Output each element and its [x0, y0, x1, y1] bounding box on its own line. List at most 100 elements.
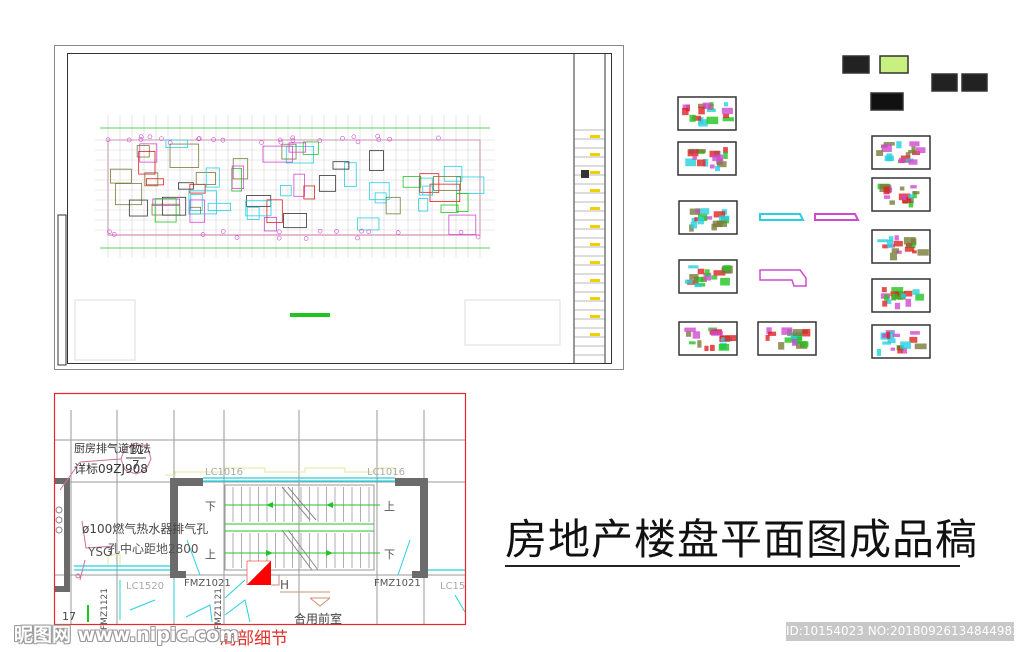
sheet-thumbnails	[677, 55, 988, 359]
thumb-room	[908, 159, 918, 165]
title-block-mark	[590, 297, 600, 300]
thumb-room	[883, 195, 891, 199]
thumb-room	[877, 239, 889, 243]
thumb-room	[876, 150, 884, 156]
thumb-room	[724, 335, 737, 342]
sheet-thumbnail	[961, 73, 988, 92]
thumb-room	[718, 215, 730, 221]
thumb-room	[796, 336, 802, 344]
thumb-room	[710, 344, 715, 351]
thumb-room	[697, 340, 702, 348]
company-logo	[581, 170, 589, 178]
thumb-room	[889, 252, 898, 261]
thumb-room	[692, 331, 701, 339]
label-window-lc15: LC15	[440, 581, 466, 592]
thumb-room	[697, 217, 705, 225]
index-symbol-bottom: 7	[132, 458, 140, 472]
thumb-room	[684, 279, 693, 284]
thumb-room	[720, 277, 730, 286]
title-underline	[505, 565, 960, 567]
title-block-mark	[590, 135, 600, 138]
thumb-room	[718, 343, 730, 351]
thumb-room	[682, 107, 689, 116]
thumb-room	[706, 116, 719, 125]
thumb-room	[723, 102, 729, 107]
thumb-room	[893, 240, 903, 247]
thumb-room	[898, 157, 905, 164]
thumb-room	[688, 341, 696, 345]
thumb-room	[687, 149, 699, 157]
thumb-room	[909, 141, 920, 147]
thumb-room	[906, 242, 913, 248]
thumb-room	[908, 150, 917, 154]
thumb-room	[891, 294, 898, 300]
thumb-room	[891, 248, 900, 253]
index-symbol-top: 11	[129, 443, 145, 457]
title-block-mark	[590, 243, 600, 246]
label-window-lc1016-left: LC1016	[205, 467, 244, 478]
thumb-room	[912, 289, 920, 295]
thumb-room	[700, 208, 710, 215]
thumb-room	[704, 345, 709, 352]
thumb-room	[723, 113, 730, 119]
thumb-room	[886, 240, 894, 248]
thumb-room	[697, 268, 705, 275]
thumb-outline	[759, 269, 807, 287]
thumb-room	[688, 265, 699, 269]
sheet-thumbnail	[842, 55, 870, 74]
thumb-room	[690, 221, 698, 229]
sheet-thumbnail	[871, 229, 931, 264]
sheet-thumbnail	[870, 92, 904, 111]
thumb-room	[685, 331, 692, 337]
thumb-room	[876, 348, 882, 356]
thumb-room	[884, 294, 889, 301]
thumb-room	[881, 287, 887, 293]
thumb-outline	[759, 213, 805, 221]
thumb-room	[884, 155, 894, 162]
thumb-room	[894, 302, 901, 310]
thumb-room	[896, 141, 902, 149]
thumb-room	[908, 194, 914, 199]
thumb-room	[711, 330, 723, 336]
thumb-room	[901, 195, 907, 201]
thumb-room	[711, 275, 718, 280]
label-stair-up: 上	[384, 500, 395, 513]
title-block-mark	[590, 279, 600, 282]
title-block-mark	[590, 153, 600, 156]
thumb-room	[723, 152, 728, 159]
thumb-room	[781, 327, 793, 335]
label-stair-down-2: 下	[384, 548, 395, 561]
label-stair-down: 下	[205, 500, 216, 513]
thumb-room	[698, 106, 705, 115]
title-block-mark	[590, 171, 600, 174]
thumb-room	[917, 249, 929, 256]
title-block-mark	[590, 189, 600, 192]
thumb-room	[792, 329, 803, 336]
thumb-room	[899, 186, 905, 191]
thumb-room	[882, 300, 888, 307]
thumb-room	[910, 331, 920, 335]
detail-border	[53, 392, 467, 626]
label-anteroom: 合用前室	[294, 612, 343, 626]
thumb-room	[883, 186, 890, 195]
thumb-room	[715, 165, 720, 172]
thumb-room	[892, 333, 900, 338]
thumb-room	[889, 200, 895, 205]
main-floor-plan-sheet	[54, 45, 624, 370]
thumb-room	[881, 144, 892, 153]
page-title: 房地产楼盘平面图成品稿	[505, 515, 979, 564]
watermark: 昵图网 www.nipic.com	[14, 624, 240, 646]
thumb-room	[712, 220, 723, 228]
title-block-mark	[590, 333, 600, 336]
thumb-room	[802, 328, 811, 337]
thumb-room	[692, 156, 697, 160]
image-id-bar: ID:10154023 NO:20180926134844983000	[786, 622, 1024, 641]
sheet-thumbnail	[931, 73, 958, 92]
thumb-room	[887, 338, 896, 344]
thumb-room	[912, 191, 920, 195]
label-door-right: FMZ1021	[374, 578, 421, 589]
thumb-room	[915, 147, 926, 154]
thumb-room	[709, 164, 715, 169]
thumb-room	[905, 298, 912, 307]
thumb-outline	[814, 213, 860, 221]
